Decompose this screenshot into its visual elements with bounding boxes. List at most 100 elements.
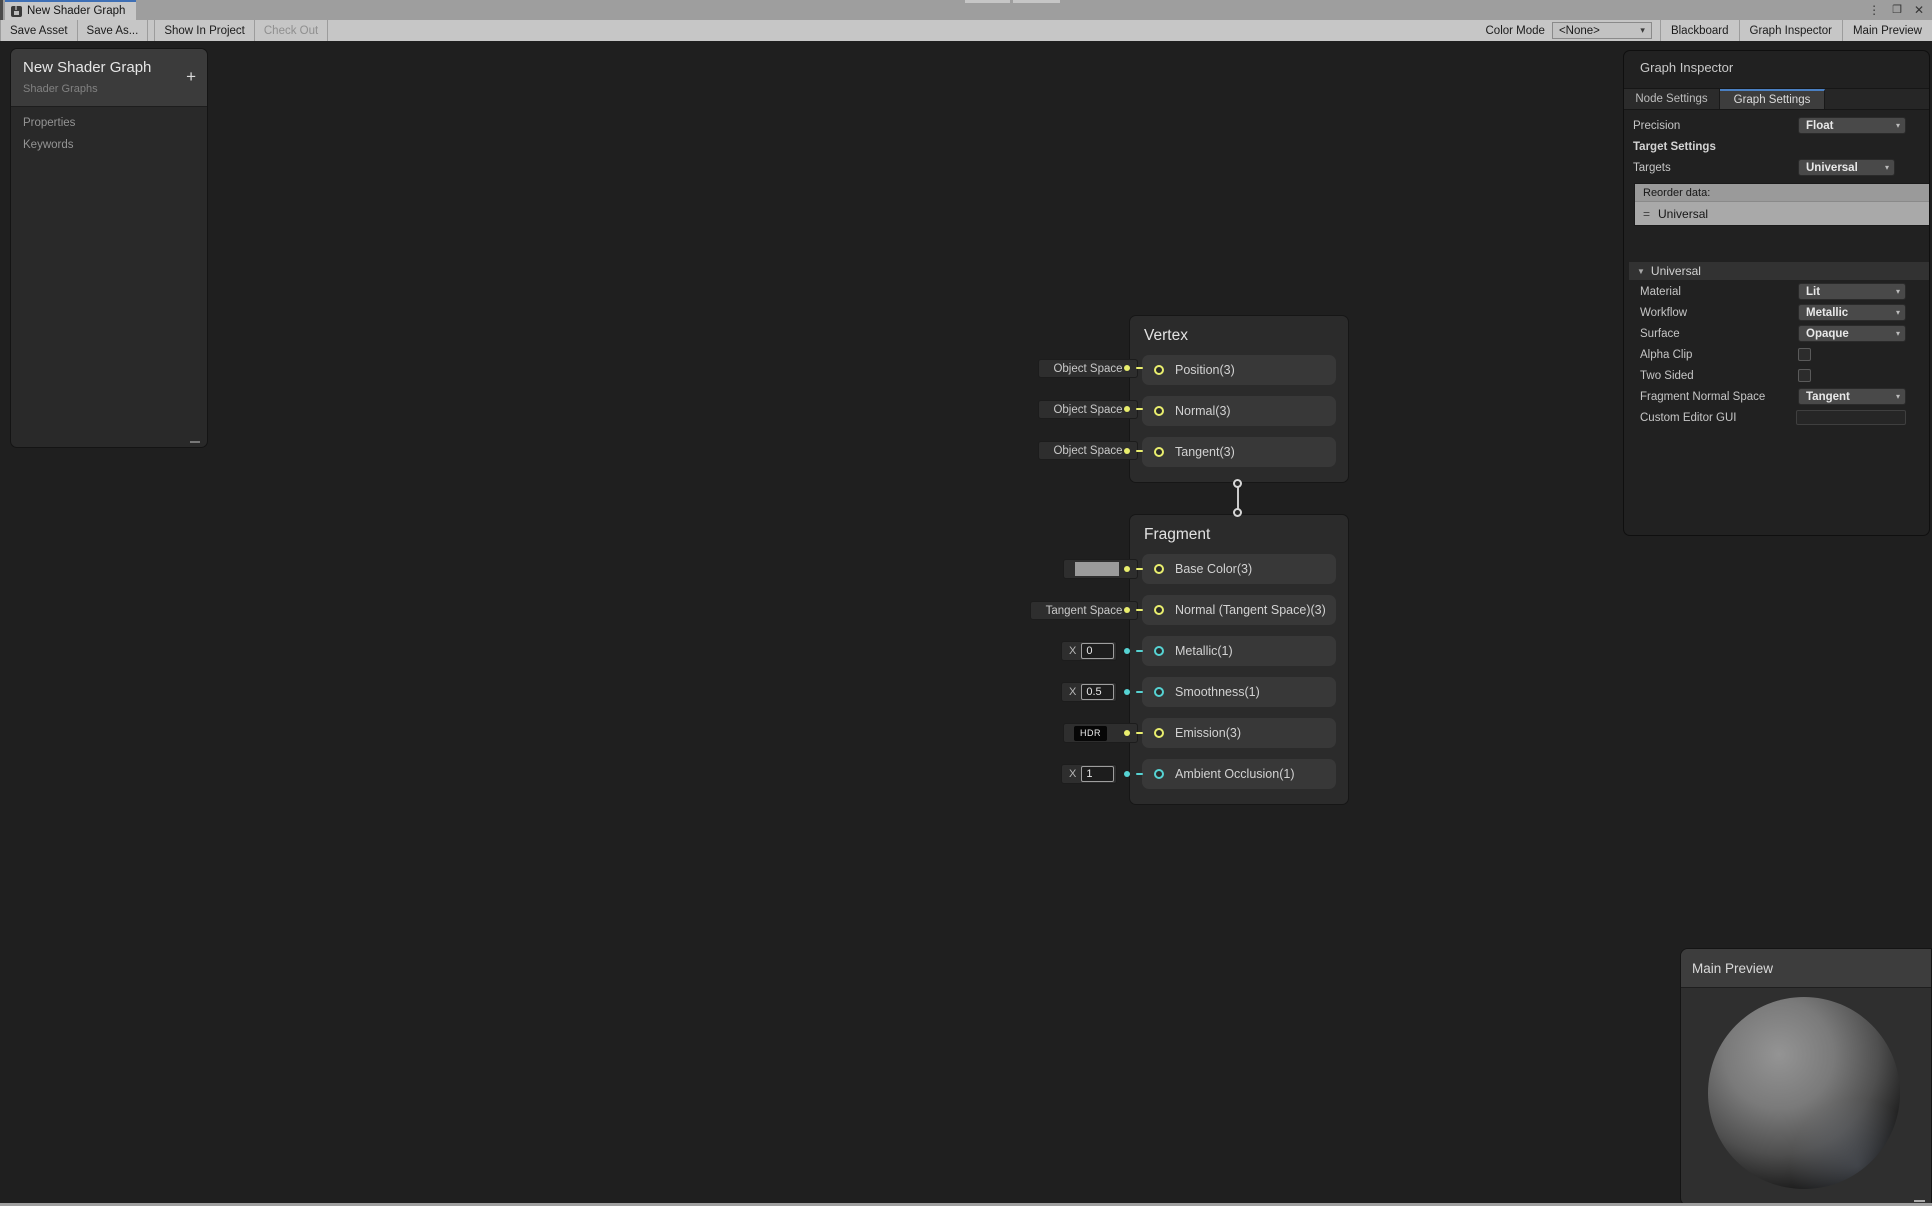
smoothness-input: X 0.5 [1061,682,1117,702]
fragment-slot-emission[interactable]: Emission(3) [1142,718,1336,748]
close-icon[interactable]: ✕ [1914,4,1924,16]
graph-inspector-toggle-button[interactable]: Graph Inspector [1739,20,1842,41]
vertex-node[interactable]: Vertex Position(3) Normal(3) Tangent(3) [1129,315,1349,483]
resize-handle[interactable] [190,441,200,443]
surface-row: Surface Opaque ▾ [1624,323,1929,344]
document-tab-title: New Shader Graph [27,5,125,17]
vertex-slot-tangent[interactable]: Tangent(3) [1142,437,1336,467]
alpha-clip-row: Alpha Clip [1624,344,1929,365]
ambient-occlusion-value-field[interactable]: 1 [1081,766,1114,782]
fragment-node[interactable]: Fragment Base Color(3) Normal (Tangent S… [1129,514,1349,805]
show-in-project-button[interactable]: Show In Project [154,20,255,41]
main-preview-toggle-button[interactable]: Main Preview [1842,20,1932,41]
fragment-slot-smoothness[interactable]: Smoothness(1) [1142,677,1336,707]
port-icon[interactable] [1154,365,1164,375]
port-icon[interactable] [1154,646,1164,656]
universal-foldout[interactable]: ▼ Universal [1629,262,1929,280]
vertex-slot-normal[interactable]: Normal(3) [1142,396,1336,426]
resize-handle[interactable] [1914,1200,1925,1202]
maximize-icon[interactable]: ❐ [1892,5,1902,16]
slot-label: Emission(3) [1175,726,1241,740]
chevron-down-icon: ▾ [1896,329,1900,338]
port-connector [1124,607,1146,613]
slot-label: Smoothness(1) [1175,685,1260,699]
port-icon[interactable] [1154,564,1164,574]
window-edge [0,0,3,20]
universal-foldout-label: Universal [1651,264,1701,278]
precision-value: Float [1806,120,1833,132]
chevron-down-icon: ▾ [1896,121,1900,130]
material-dropdown[interactable]: Lit ▾ [1798,283,1906,300]
port-icon[interactable] [1154,687,1164,697]
vertex-slot-position[interactable]: Position(3) [1142,355,1336,385]
blackboard-toggle-button[interactable]: Blackboard [1660,20,1739,41]
edge-endpoint-icon[interactable] [1233,479,1242,488]
blackboard-section-keywords[interactable]: Keywords [11,129,207,151]
kebab-menu-icon[interactable]: ⋮ [1868,4,1880,16]
fragment-node-title: Fragment [1130,515,1348,543]
slot-label: Position(3) [1175,363,1235,377]
vertex-fragment-edge[interactable] [1237,487,1239,509]
port-icon[interactable] [1154,728,1164,738]
color-swatch[interactable] [1075,562,1119,576]
fragment-normal-space-dropdown[interactable]: Tangent ▾ [1798,388,1906,405]
normal-ts-space-pill[interactable]: Tangent Space [1030,601,1138,620]
reorder-header: Reorder data: [1635,184,1929,201]
foldout-triangle-icon: ▼ [1637,267,1645,276]
smoothness-value-field[interactable]: 0.5 [1081,684,1114,700]
metallic-value-field[interactable]: 0 [1081,643,1114,659]
fragment-slot-base-color[interactable]: Base Color(3) [1142,554,1336,584]
main-preview-header[interactable]: Main Preview [1681,949,1931,988]
targets-label: Targets [1633,162,1671,174]
port-icon[interactable] [1154,605,1164,615]
port-connector [1124,365,1146,371]
save-asset-button[interactable]: Save Asset [0,20,78,41]
axis-label: X [1069,768,1076,780]
alpha-clip-label: Alpha Clip [1640,349,1692,361]
slot-label: Normal(3) [1175,404,1231,418]
hdr-badge[interactable]: HDR [1074,726,1107,741]
tab-graph-settings[interactable]: Graph Settings [1720,89,1825,109]
chevron-down-icon: ▾ [1640,25,1645,36]
two-sided-checkbox[interactable] [1798,369,1811,382]
save-as-button[interactable]: Save As... [78,20,149,41]
tangent-space-pill[interactable]: Object Space [1038,441,1138,460]
metallic-input: X 0 [1061,641,1117,661]
preview-sphere [1708,997,1900,1189]
position-space-pill[interactable]: Object Space [1038,359,1138,378]
slot-label: Tangent(3) [1175,445,1235,459]
two-sided-row: Two Sided [1624,365,1929,386]
chevron-down-icon: ▾ [1896,392,1900,401]
port-icon[interactable] [1154,769,1164,779]
color-mode-dropdown[interactable]: <None> ▾ [1552,22,1652,39]
blackboard-section-properties[interactable]: Properties [11,107,207,129]
drag-handle-icon[interactable]: = [1643,207,1650,221]
port-icon[interactable] [1154,406,1164,416]
slot-label: Metallic(1) [1175,644,1233,658]
port-connector [1124,730,1146,736]
port-connector [1124,771,1146,777]
port-icon[interactable] [1154,447,1164,457]
fragment-slot-metallic[interactable]: Metallic(1) [1142,636,1336,666]
fragment-normal-space-row: Fragment Normal Space Tangent ▾ [1624,386,1929,407]
tab-node-settings[interactable]: Node Settings [1624,89,1720,109]
chevron-down-icon: ▾ [1896,287,1900,296]
add-property-button[interactable]: + [186,68,196,85]
normal-space-pill[interactable]: Object Space [1038,400,1138,419]
fragment-slot-ambient-occlusion[interactable]: Ambient Occlusion(1) [1142,759,1336,789]
background-tab [965,0,1010,3]
precision-label: Precision [1633,120,1680,132]
precision-dropdown[interactable]: Float ▾ [1798,117,1906,134]
reorder-list: Reorder data: = Universal [1634,183,1930,226]
document-tab[interactable]: New Shader Graph [5,0,136,20]
reorder-item-universal[interactable]: = Universal [1635,201,1929,225]
surface-dropdown[interactable]: Opaque ▾ [1798,325,1906,342]
targets-dropdown[interactable]: Universal ▾ [1798,159,1895,176]
custom-editor-gui-field[interactable] [1796,410,1906,425]
target-settings-header: Target Settings [1624,136,1929,157]
fragment-slot-normal-ts[interactable]: Normal (Tangent Space)(3) [1142,595,1336,625]
workflow-dropdown[interactable]: Metallic ▾ [1798,304,1906,321]
alpha-clip-checkbox[interactable] [1798,348,1811,361]
workflow-value: Metallic [1806,307,1848,319]
edge-endpoint-icon[interactable] [1233,508,1242,517]
